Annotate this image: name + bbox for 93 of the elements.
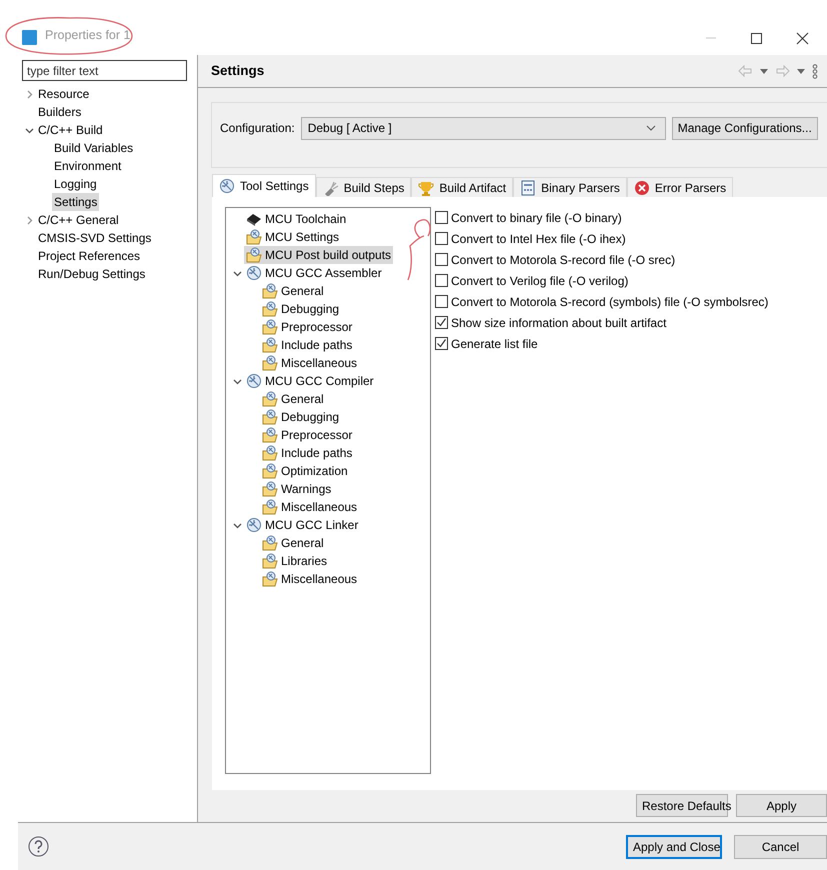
folder-icon xyxy=(262,535,278,551)
folder-icon xyxy=(262,499,278,515)
tree-item[interactable]: Include paths xyxy=(260,336,354,354)
checkbox[interactable] xyxy=(435,337,448,350)
checkbox[interactable] xyxy=(435,253,448,266)
tree-item[interactable]: Run/Debug Settings xyxy=(36,265,148,283)
tree-item[interactable]: Builders xyxy=(36,103,84,121)
page-title: Settings xyxy=(211,62,264,80)
tree-item[interactable]: C/C++ General xyxy=(36,211,121,229)
tab[interactable]: Error Parsers xyxy=(626,177,734,197)
tree-item[interactable]: MCU GCC Assembler xyxy=(244,264,384,282)
folder-icon xyxy=(246,229,262,245)
filter-field[interactable]: type filter text xyxy=(22,60,187,81)
tab[interactable]: Binary Parsers xyxy=(513,177,627,197)
checkbox-option[interactable]: Convert to Verilog file (-O verilog) xyxy=(435,270,768,291)
folder-icon xyxy=(262,301,278,317)
window-title: Properties for 1 xyxy=(45,27,130,44)
tree-item[interactable]: Miscellaneous xyxy=(260,498,360,516)
checkbox-option[interactable]: Convert to Intel Hex file (-O ihex) xyxy=(435,228,768,249)
tree-item[interactable]: Build Variables xyxy=(52,139,136,157)
error-icon xyxy=(634,180,650,196)
more-options-icon[interactable] xyxy=(812,64,818,78)
checkbox-option[interactable]: Show size information about built artifact xyxy=(435,312,768,333)
tree-item[interactable]: General xyxy=(260,282,326,300)
trophy-icon xyxy=(418,180,434,196)
tab[interactable]: Build Artifact xyxy=(411,177,514,197)
chip-icon xyxy=(246,211,262,227)
folder-icon xyxy=(262,553,278,569)
tree-item[interactable]: CMSIS-SVD Settings xyxy=(36,229,154,247)
tab[interactable]: Build Steps xyxy=(316,177,412,197)
gear-icon xyxy=(246,517,262,533)
folder-icon xyxy=(262,355,278,371)
checkbox[interactable] xyxy=(435,295,448,308)
checkbox-option[interactable]: Convert to Motorola S-record (symbols) file (-O symbolsrec) xyxy=(435,291,768,312)
tree-item[interactable]: Debugging xyxy=(260,300,342,318)
tree-item[interactable]: MCU GCC Linker xyxy=(244,516,360,534)
checkbox-option[interactable]: Convert to Motorola S-record file (-O srec) xyxy=(435,249,768,270)
brush-icon xyxy=(322,180,339,196)
gear-icon xyxy=(246,373,262,389)
tree-item[interactable]: MCU Post build outputs xyxy=(244,246,394,264)
tree-item[interactable]: Warnings xyxy=(260,480,334,498)
configuration-label: Configuration: xyxy=(220,120,295,137)
tree-item[interactable]: C/C++ Build xyxy=(36,121,105,139)
help-icon[interactable] xyxy=(28,836,49,857)
configuration-dropdown[interactable]: Debug [ Active ] xyxy=(300,116,666,140)
cancel-button[interactable]: Cancel xyxy=(734,834,827,858)
tree-item[interactable]: Miscellaneous xyxy=(260,570,360,588)
checkbox[interactable] xyxy=(435,211,448,224)
tree-item[interactable]: Include paths xyxy=(260,444,354,462)
checkbox-option[interactable]: Generate list file xyxy=(435,333,768,354)
folder-icon xyxy=(246,247,262,263)
apply-button[interactable]: Apply xyxy=(736,794,827,817)
folder-icon xyxy=(262,427,278,443)
folder-icon xyxy=(262,571,278,587)
tree-item[interactable]: MCU GCC Compiler xyxy=(244,372,376,390)
checkbox[interactable] xyxy=(435,316,448,329)
tree-item[interactable]: Libraries xyxy=(260,552,330,570)
tree-item[interactable]: MCU Toolchain xyxy=(244,210,348,228)
folder-icon xyxy=(262,463,278,479)
app-icon xyxy=(22,30,37,45)
tree-item[interactable]: Optimization xyxy=(260,462,350,480)
folder-icon xyxy=(262,409,278,425)
document-icon xyxy=(520,180,536,196)
gear-icon xyxy=(219,178,235,194)
checkbox-option[interactable]: Convert to binary file (-O binary) xyxy=(435,207,768,228)
tree-item[interactable]: Settings xyxy=(52,193,100,211)
tree-item[interactable]: MCU Settings xyxy=(244,228,342,246)
tree-item[interactable]: Debugging xyxy=(260,408,342,426)
tree-item[interactable]: Environment xyxy=(52,157,124,175)
tree-item[interactable]: General xyxy=(260,390,326,408)
dropdown-icon[interactable] xyxy=(759,66,769,76)
tree-item[interactable]: Logging xyxy=(52,175,99,193)
folder-icon xyxy=(262,481,278,497)
folder-icon xyxy=(262,283,278,299)
tree-item[interactable]: Project References xyxy=(36,247,142,265)
folder-icon xyxy=(262,445,278,461)
tree-item[interactable]: General xyxy=(260,534,326,552)
annotation-arrow xyxy=(407,219,431,281)
tree-item[interactable]: Resource xyxy=(36,85,92,103)
tree-item[interactable]: Preprocessor xyxy=(260,318,354,336)
manage-configurations-button[interactable]: Manage Configurations... xyxy=(672,116,818,140)
gear-icon xyxy=(246,265,262,281)
checkbox[interactable] xyxy=(435,232,448,245)
tree-item[interactable]: Miscellaneous xyxy=(260,354,360,372)
apply-and-close-button[interactable]: Apply and Close xyxy=(626,834,722,858)
tab[interactable]: Tool Settings xyxy=(212,174,316,197)
folder-icon xyxy=(262,319,278,335)
checkbox[interactable] xyxy=(435,274,448,287)
tree-item[interactable]: Preprocessor xyxy=(260,426,354,444)
dropdown-icon[interactable] xyxy=(796,66,806,76)
folder-icon xyxy=(262,337,278,353)
folder-icon xyxy=(262,391,278,407)
chevron-down-icon xyxy=(646,124,656,132)
